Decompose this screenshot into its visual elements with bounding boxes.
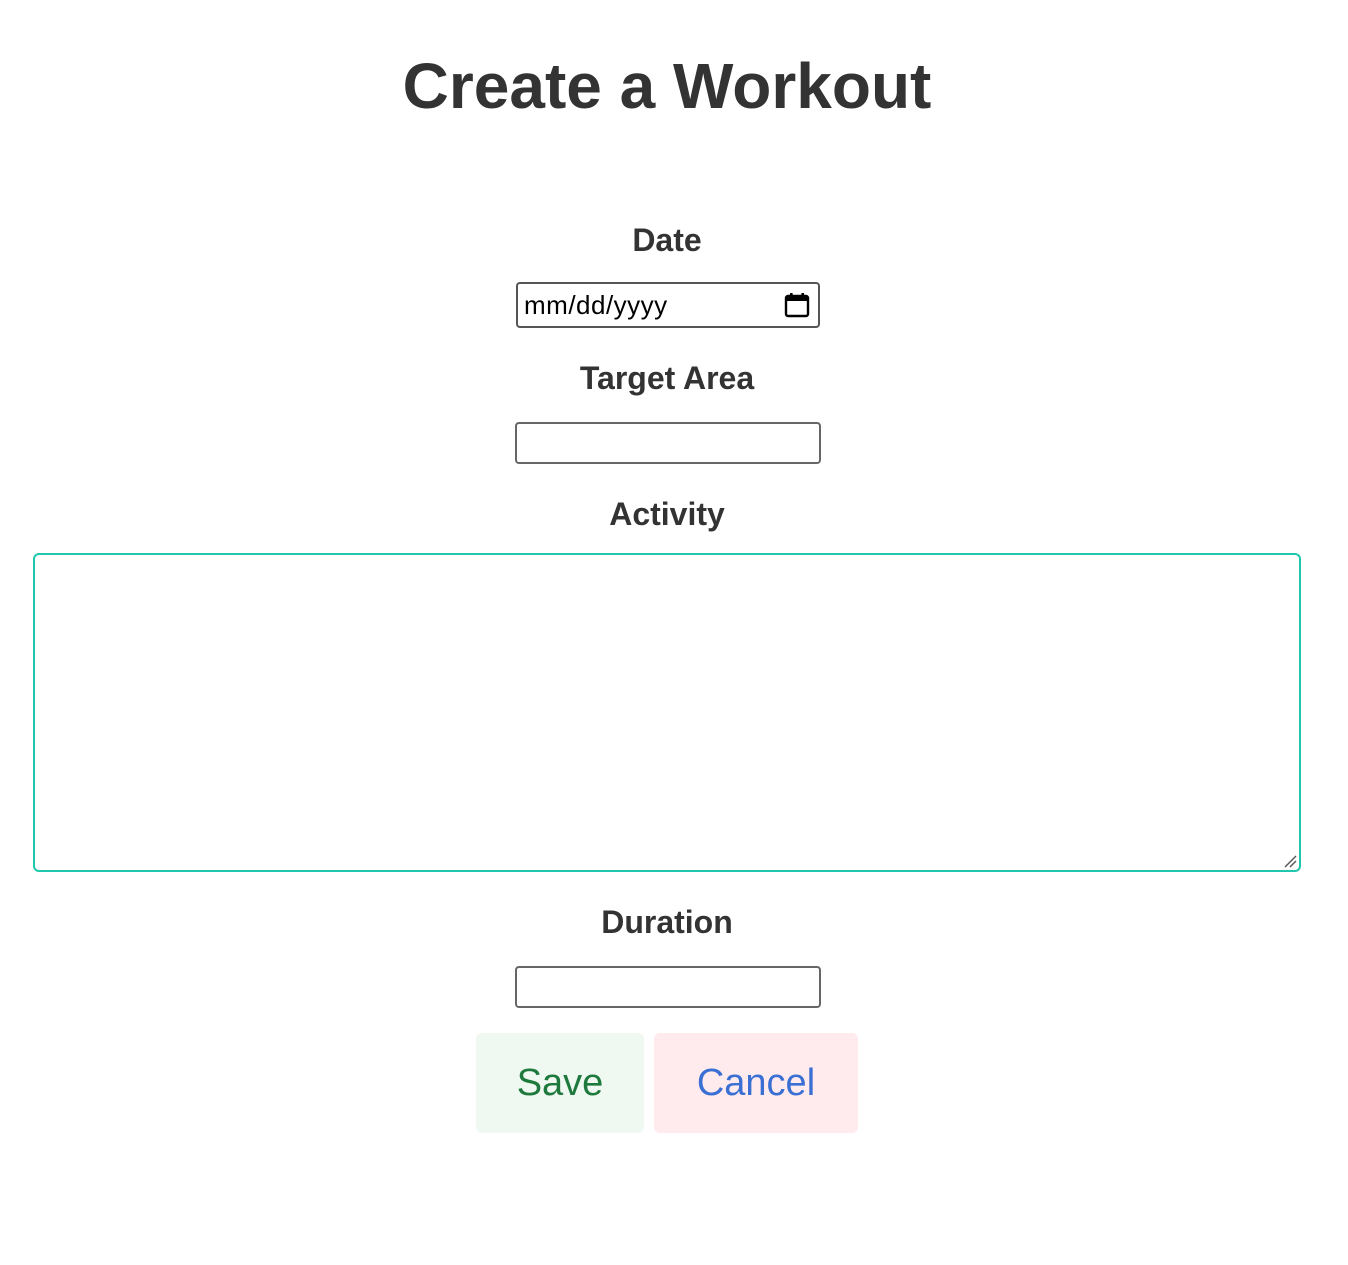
date-label: Date xyxy=(632,222,702,258)
activity-label: Activity xyxy=(609,496,725,532)
activity-textarea[interactable] xyxy=(33,553,1301,872)
date-placeholder: mm/dd/yyyy xyxy=(524,289,668,320)
duration-label: Duration xyxy=(601,904,733,940)
target-area-label: Target Area xyxy=(579,360,755,396)
cancel-button[interactable]: Cancel xyxy=(654,1033,858,1133)
duration-input[interactable] xyxy=(515,966,821,1008)
page-title: Create a Workout xyxy=(402,50,932,122)
target-area-input[interactable] xyxy=(515,422,821,464)
date-input[interactable]: mm/dd/yyyy xyxy=(516,282,820,328)
calendar-icon[interactable] xyxy=(784,292,810,318)
resize-handle-icon[interactable] xyxy=(1283,854,1297,868)
save-button[interactable]: Save xyxy=(476,1033,644,1133)
